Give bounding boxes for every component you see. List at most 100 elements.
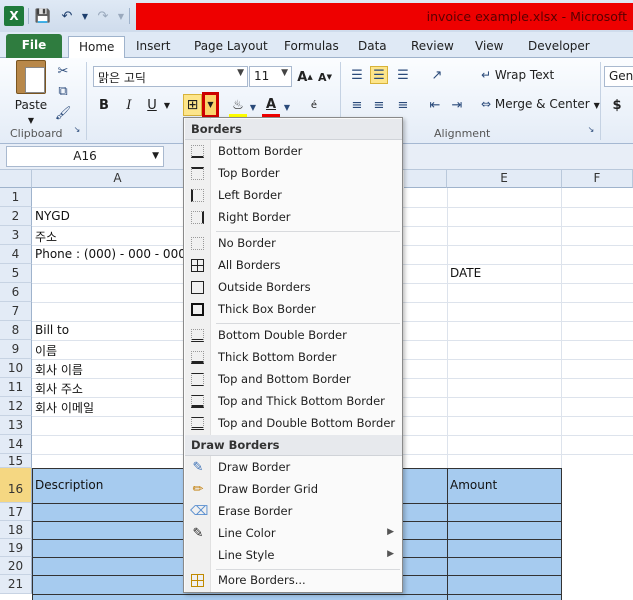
increase-indent-icon[interactable]: ⇥ [448, 96, 466, 114]
row-header[interactable]: 4 [0, 245, 32, 264]
italic-button[interactable]: I [121, 96, 137, 116]
tab-review[interactable]: Review [401, 36, 464, 58]
cell-a11[interactable]: 회사 주소 [35, 380, 83, 397]
align-left-icon[interactable]: ≡ [348, 96, 366, 114]
row-header[interactable]: 5 [0, 264, 32, 283]
cell-a10[interactable]: 회사 이름 [35, 361, 83, 378]
phonetic-icon[interactable]: é [305, 96, 323, 114]
align-middle-icon[interactable]: ☰ [370, 66, 388, 84]
menu-item-top-double-bottom-border[interactable]: Top and Double Bottom Border [185, 413, 402, 435]
menu-item-thick-bottom-border[interactable]: Thick Bottom Border [185, 347, 402, 369]
row-header[interactable]: 2 [0, 207, 32, 226]
align-right-icon[interactable]: ≡ [394, 96, 412, 114]
dialog-launcher-icon[interactable]: ↘ [72, 124, 82, 134]
menu-item-top-border[interactable]: Top Border [185, 163, 402, 185]
save-icon[interactable]: 💾 [33, 6, 53, 26]
tab-data[interactable]: Data [348, 36, 397, 58]
borders-button[interactable]: ⊞ [183, 94, 202, 116]
font-size-select[interactable]: 11 ▼ [249, 66, 292, 87]
row-header[interactable]: 21 [0, 575, 32, 594]
menu-item-more-borders[interactable]: More Borders... [185, 570, 402, 592]
row-header[interactable]: 18 [0, 521, 32, 539]
name-box[interactable]: A16 ▼ [6, 146, 164, 167]
undo-icon[interactable]: ↶ [57, 6, 77, 26]
currency-button[interactable]: $ [608, 96, 626, 114]
row-header[interactable]: 9 [0, 340, 32, 359]
cell-e5[interactable]: DATE [450, 266, 481, 280]
align-center-icon[interactable]: ≡ [370, 96, 388, 114]
row-header[interactable]: 8 [0, 321, 32, 340]
row-header[interactable]: 14 [0, 435, 32, 454]
cell-a8[interactable]: Bill to [35, 323, 69, 337]
column-header-f[interactable]: F [562, 170, 633, 188]
borders-dropdown-button[interactable]: ▼ [202, 92, 219, 118]
row-header[interactable]: 15 [0, 454, 32, 468]
redo-icon[interactable]: ↷ [93, 6, 113, 26]
menu-item-draw-border[interactable]: ✎ Draw Border [185, 457, 402, 479]
chevron-down-icon[interactable]: ▼ [282, 98, 292, 116]
decrease-indent-icon[interactable]: ⇤ [426, 96, 444, 114]
increase-font-icon[interactable]: A ▲ [296, 68, 314, 86]
fill-color-icon[interactable]: ♨ [229, 96, 247, 114]
menu-item-top-thick-bottom-border[interactable]: Top and Thick Bottom Border [185, 391, 402, 413]
number-format-select[interactable]: Gene [604, 66, 633, 87]
row-header[interactable]: 1 [0, 188, 32, 207]
row-header[interactable]: 7 [0, 302, 32, 321]
excel-x-icon[interactable]: X [4, 6, 24, 26]
tab-home[interactable]: Home [68, 36, 126, 59]
merge-center-button[interactable]: ⇔ Merge & Center ▼ [481, 97, 600, 111]
cell-a4[interactable]: Phone : (000) - 000 - 0000 [35, 247, 193, 261]
decrease-font-icon[interactable]: A ▼ [316, 68, 334, 86]
menu-item-erase-border[interactable]: ⌫ Erase Border [185, 501, 402, 523]
menu-item-line-color[interactable]: ✎ Line Color ▶ [185, 523, 402, 545]
dialog-launcher-icon[interactable]: ↘ [586, 124, 596, 134]
cell-a9[interactable]: 이름 [35, 342, 57, 359]
paste-button[interactable]: Paste ▼ [12, 60, 50, 125]
format-painter-icon[interactable]: 🖌 [54, 104, 72, 122]
tab-page-layout[interactable]: Page Layout [184, 36, 278, 58]
cell-a3[interactable]: 주소 [35, 228, 57, 245]
underline-button[interactable]: U [144, 96, 160, 116]
chevron-down-icon[interactable]: ▼ [117, 6, 125, 26]
menu-item-all-borders[interactable]: All Borders [185, 255, 402, 277]
menu-item-no-border[interactable]: No Border [185, 233, 402, 255]
row-header[interactable]: 20 [0, 557, 32, 575]
menu-item-bottom-border[interactable]: Bottom Border [185, 141, 402, 163]
menu-item-draw-border-grid[interactable]: ✏ Draw Border Grid [185, 479, 402, 501]
cell-a16[interactable]: Description [35, 478, 103, 492]
row-header[interactable]: 3 [0, 226, 32, 245]
column-header-a[interactable]: A [32, 170, 204, 188]
copy-icon[interactable]: ⧉ [54, 82, 72, 100]
cell-a12[interactable]: 회사 이메일 [35, 399, 94, 416]
tab-file[interactable]: File [6, 34, 62, 58]
font-color-icon[interactable]: A [262, 95, 280, 113]
row-header[interactable]: 6 [0, 283, 32, 302]
font-name-select[interactable]: 맑은 고딕 ▼ [93, 66, 248, 87]
column-header-e[interactable]: E [447, 170, 562, 188]
row-header[interactable]: 19 [0, 539, 32, 557]
tab-formulas[interactable]: Formulas [274, 36, 349, 58]
chevron-down-icon[interactable]: ▼ [162, 96, 172, 116]
tab-insert[interactable]: Insert [126, 36, 180, 58]
cut-icon[interactable]: ✂ [54, 62, 72, 80]
wrap-text-button[interactable]: ↵ Wrap Text [481, 68, 554, 82]
row-header[interactable]: 17 [0, 503, 32, 521]
align-bottom-icon[interactable]: ☰ [394, 66, 412, 84]
orientation-icon[interactable]: ↗ [428, 66, 446, 84]
cell-e16[interactable]: Amount [450, 478, 497, 492]
menu-item-outside-borders[interactable]: Outside Borders [185, 277, 402, 299]
row-header[interactable]: 11 [0, 378, 32, 397]
tab-developer[interactable]: Developer [518, 36, 600, 58]
bold-button[interactable]: B [96, 96, 112, 116]
row-header-selected[interactable]: 16 [0, 468, 32, 503]
cell-a2[interactable]: NYGD [35, 209, 70, 223]
align-top-icon[interactable]: ☰ [348, 66, 366, 84]
row-header[interactable]: 13 [0, 416, 32, 435]
menu-item-right-border[interactable]: Right Border [185, 207, 402, 229]
row-header[interactable]: 12 [0, 397, 32, 416]
select-all-corner[interactable] [0, 170, 32, 188]
menu-item-top-bottom-border[interactable]: Top and Bottom Border [185, 369, 402, 391]
chevron-down-icon[interactable]: ▼ [81, 6, 89, 26]
row-header[interactable]: 10 [0, 359, 32, 378]
tab-view[interactable]: View [465, 36, 513, 58]
